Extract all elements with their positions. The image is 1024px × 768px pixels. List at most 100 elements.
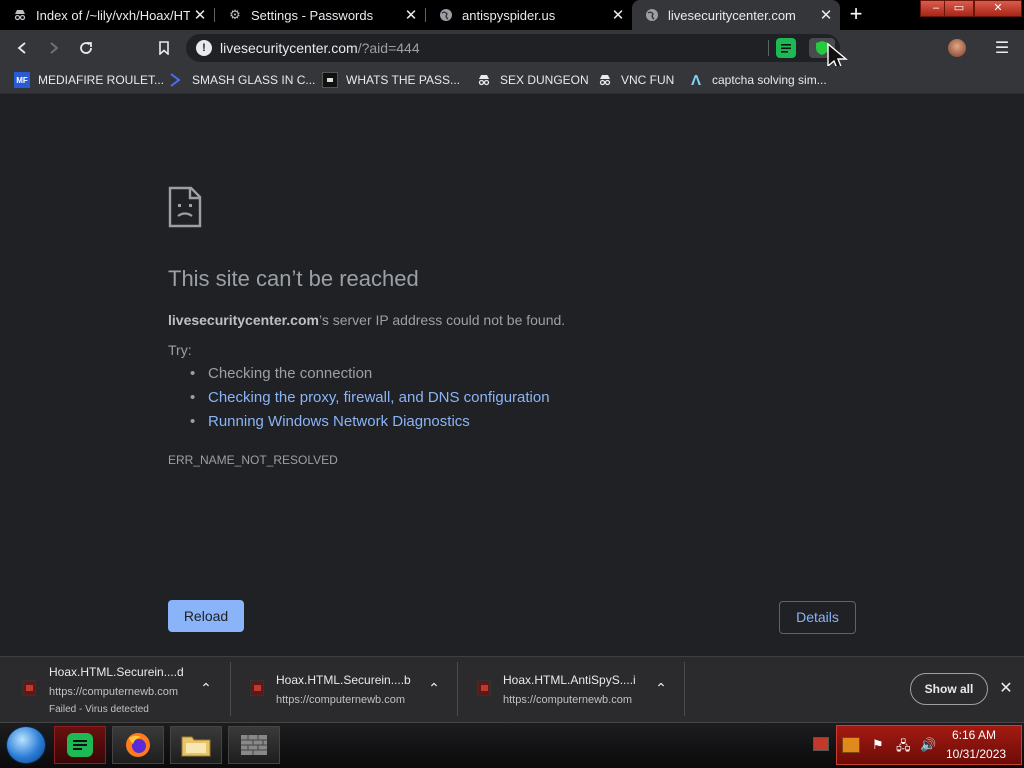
close-icon[interactable]: ✕	[401, 6, 421, 24]
suggestion-text[interactable]: Checking the proxy, firewall, and DNS co…	[208, 389, 550, 406]
error-host: livesecuritycenter.com	[168, 312, 319, 328]
maximize-button[interactable]: ▭	[944, 0, 974, 17]
tab-index-hoax[interactable]: Index of /~lily/vxh/Hoax/HT ✕	[0, 0, 214, 30]
bookmark-whats-the-pass[interactable]: WHATS THE PASS...	[322, 70, 460, 90]
extension-chat-icon[interactable]	[776, 38, 796, 58]
error-code: ERR_NAME_NOT_RESOLVED	[168, 453, 338, 467]
download-filename: Hoax.HTML.Securein....b	[276, 673, 411, 687]
omnibox-divider	[768, 40, 769, 56]
tab-settings-passwords[interactable]: ⚙ Settings - Passwords ✕	[215, 0, 425, 30]
start-button[interactable]	[6, 726, 46, 764]
tab-antispyspider[interactable]: antispyspider.us ✕	[426, 0, 632, 30]
close-icon[interactable]: ✕	[608, 6, 628, 24]
url-host: livesecuritycenter.com	[220, 40, 358, 56]
close-icon[interactable]: ✕	[996, 679, 1016, 699]
dark-box-icon	[322, 72, 338, 88]
taskbar-app-firefox[interactable]	[112, 726, 164, 764]
globe-icon	[644, 7, 660, 23]
download-item[interactable]: Hoax.HTML.AntiSpyS....i https://computer…	[477, 662, 677, 716]
suggestion-check-proxy-link[interactable]: Checking the proxy, firewall, and DNS co…	[190, 389, 550, 406]
network-icon[interactable]: 🖧	[896, 737, 911, 759]
chevron-up-icon[interactable]: ⌃	[426, 680, 442, 697]
url-text[interactable]: livesecuritycenter.com/?aid=444	[220, 40, 420, 56]
download-url: https://computernewb.com	[276, 694, 406, 706]
forward-arrow-icon	[50, 42, 59, 54]
tab-label: Settings - Passwords	[251, 7, 374, 23]
close-icon[interactable]: ✕	[190, 6, 210, 24]
sad-page-icon	[168, 186, 202, 228]
taskbar-app-wall[interactable]	[228, 726, 280, 764]
bookmark-label: SMASH GLASS IN C...	[192, 73, 316, 87]
file-icon	[477, 680, 491, 696]
reload-icon	[80, 42, 92, 54]
forward-button[interactable]	[42, 36, 66, 60]
download-filename: Hoax.HTML.Securein....d	[49, 665, 184, 679]
suggestion-text[interactable]: Running Windows Network Diagnostics	[208, 413, 470, 430]
mediafire-icon: MF	[14, 72, 30, 88]
reload-toolbar-button[interactable]	[74, 36, 98, 60]
file-icon	[250, 680, 264, 696]
globe-icon	[438, 7, 454, 23]
url-path: /?aid=444	[357, 40, 420, 56]
download-item[interactable]: Hoax.HTML.Securein....b https://computer…	[250, 662, 450, 716]
error-description: livesecuritycenter.com’s server IP addre…	[168, 312, 565, 328]
back-button[interactable]	[10, 36, 34, 60]
bookmark-sex-dungeon[interactable]: SEX DUNGEON	[476, 70, 589, 90]
tab-label: antispyspider.us	[462, 7, 556, 23]
lambda-icon: Λ	[690, 71, 701, 89]
bookmark-icon	[159, 41, 169, 55]
download-separator	[684, 662, 685, 716]
download-status: Failed - Virus detected	[49, 704, 149, 715]
download-separator	[457, 662, 458, 716]
window-close-button[interactable]: ✕	[974, 0, 1022, 17]
tray-warning-icon[interactable]	[842, 737, 860, 753]
tab-label: livesecuritycenter.com	[668, 7, 796, 23]
site-info-icon[interactable]: !	[196, 40, 212, 56]
reload-button[interactable]: Reload	[168, 600, 244, 632]
close-icon[interactable]: ✕	[816, 6, 836, 24]
spy-icon	[476, 72, 492, 88]
taskbar-app-explorer[interactable]	[170, 726, 222, 764]
download-filename: Hoax.HTML.AntiSpyS....i	[503, 673, 636, 687]
bookmark-captcha-solving[interactable]: Λ captcha solving sim...	[688, 70, 827, 90]
bookmark-smash-glass[interactable]: SMASH GLASS IN C...	[168, 70, 315, 90]
bookmark-mediafire[interactable]: MF MEDIAFIRE ROULET...	[14, 70, 164, 90]
chevron-bookmark-icon	[168, 72, 184, 88]
folder-icon	[181, 736, 211, 757]
tab-label: Index of /~lily/vxh/Hoax/HT	[36, 7, 190, 23]
download-item[interactable]: Hoax.HTML.Securein....d https://computer…	[22, 662, 222, 716]
volume-icon[interactable]: 🔊	[920, 737, 936, 753]
download-url: https://computernewb.com	[49, 686, 179, 698]
error-page	[0, 95, 1024, 655]
try-label: Try:	[168, 342, 192, 358]
suggestion-check-connection: Checking the connection	[190, 365, 372, 382]
download-url: https://computernewb.com	[503, 694, 633, 706]
tab-livesecuritycenter[interactable]: livesecuritycenter.com ✕	[632, 0, 840, 30]
chat-app-icon	[67, 733, 93, 757]
profile-avatar[interactable]	[948, 39, 966, 57]
bookmark-label: VNC FUN	[621, 73, 675, 87]
details-button[interactable]: Details	[779, 601, 856, 634]
bookmark-label: captcha solving sim...	[712, 73, 827, 87]
bookmark-vnc-fun[interactable]: VNC FUN	[597, 70, 674, 90]
gear-icon: ⚙	[229, 7, 241, 22]
error-desc-text: ’s server IP address could not be found.	[318, 312, 566, 328]
file-icon	[22, 680, 36, 696]
chevron-up-icon[interactable]: ⌃	[198, 680, 214, 697]
flag-icon[interactable]: ⚑	[872, 737, 884, 753]
clock-date[interactable]: 10/31/2023	[946, 747, 1006, 761]
brick-wall-icon	[241, 735, 267, 755]
clock-time[interactable]: 6:16 AM	[952, 728, 996, 742]
bookmark-star-button[interactable]	[152, 36, 176, 60]
chevron-up-icon[interactable]: ⌃	[653, 680, 669, 697]
new-tab-button[interactable]: +	[845, 3, 867, 26]
taskbar-app-chat[interactable]	[54, 726, 106, 764]
show-all-button[interactable]: Show all	[910, 673, 988, 705]
suggestion-network-diagnostics-link[interactable]: Running Windows Network Diagnostics	[190, 413, 470, 430]
menu-kebab-icon[interactable]: ☰	[994, 38, 1010, 58]
bookmark-label: MEDIAFIRE ROULET...	[38, 73, 165, 87]
tray-antivirus-icon[interactable]	[813, 737, 829, 751]
firefox-icon	[126, 733, 150, 757]
download-separator	[230, 662, 231, 716]
spy-icon	[597, 72, 613, 88]
